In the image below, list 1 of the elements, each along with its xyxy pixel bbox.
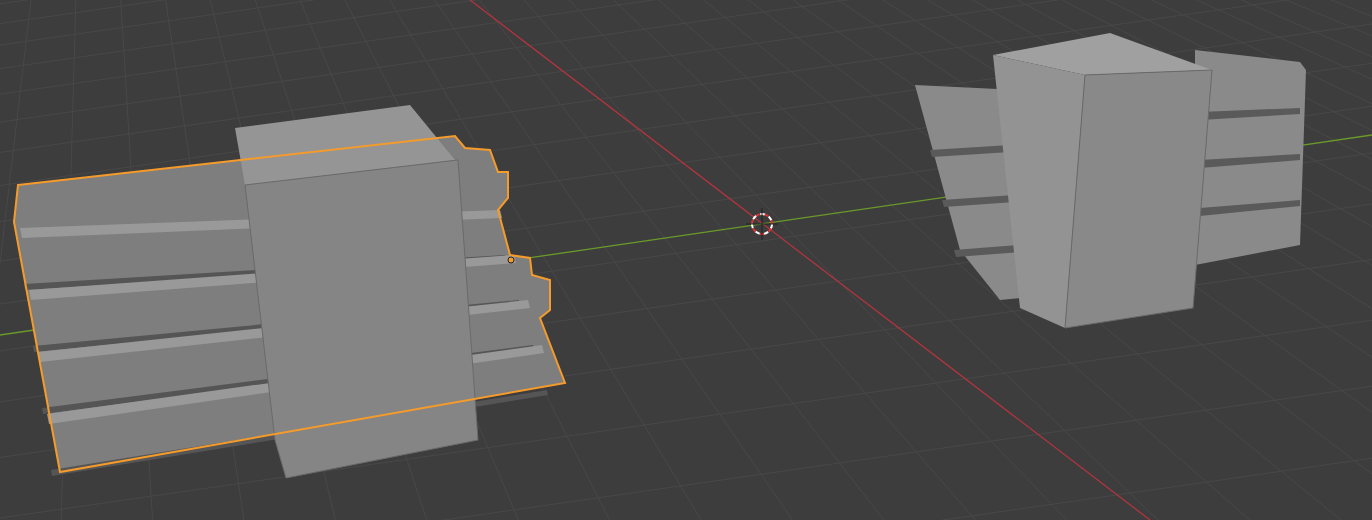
3d-cursor-icon (745, 207, 779, 241)
